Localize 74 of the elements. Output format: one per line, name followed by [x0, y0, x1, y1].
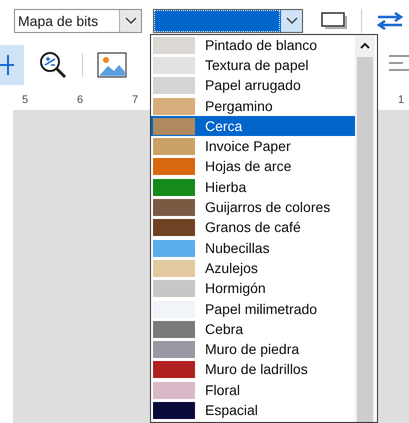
texture-item[interactable]: Muro de piedra: [151, 339, 355, 360]
texture-name: Nubecillas: [205, 238, 270, 258]
texture-item[interactable]: Hojas de arce: [151, 156, 355, 178]
chevron-down-icon: [124, 17, 136, 25]
texture-swatch: [153, 36, 195, 54]
texture-name: Granos de café: [205, 218, 301, 238]
texture-item[interactable]: Azulejos: [151, 258, 355, 279]
caret-up-icon: [360, 42, 370, 48]
texture-item[interactable]: Hierba: [151, 177, 355, 198]
texture-item[interactable]: Cebra: [151, 319, 355, 340]
texture-name: Hojas de arce: [205, 157, 292, 176]
texture-swatch: [153, 260, 195, 277]
texture-swatch: [153, 240, 195, 257]
texture-name: Muro de ladrillos: [205, 360, 308, 380]
texture-swatch: [153, 402, 195, 419]
texture-swatch: [153, 280, 195, 298]
texture-swatch: [153, 56, 195, 74]
fill-combo[interactable]: [153, 9, 303, 33]
texture-item[interactable]: Papel milimetrado: [151, 298, 355, 320]
texture-item[interactable]: Muro de ladrillos: [151, 360, 355, 380]
texture-name: Muro de piedra: [205, 340, 300, 360]
texture-swatch: [153, 118, 195, 135]
format-combo[interactable]: Mapa de bits: [14, 9, 142, 33]
texture-item[interactable]: Floral: [151, 380, 355, 400]
texture-name: Papel arrugado: [205, 76, 301, 96]
texture-item[interactable]: Espacial: [151, 400, 355, 421]
texture-item[interactable]: Papel arrugado: [151, 76, 355, 96]
texture-swatch: [153, 98, 195, 115]
ruler-number: 5: [22, 93, 28, 108]
texture-item[interactable]: Invoice Paper: [151, 136, 355, 157]
texture-name: Floral: [205, 380, 240, 400]
texture-swatch: [153, 361, 195, 378]
texture-swatch: [153, 341, 195, 358]
texture-item[interactable]: Guijarros de colores: [151, 197, 355, 218]
texture-swatch: [153, 219, 195, 236]
combo-value: Mapa de bits: [17, 12, 100, 31]
ruler-number: 7: [132, 93, 138, 108]
texture-swatch: [153, 178, 195, 196]
texture-name: Cebra: [205, 320, 244, 339]
chevron-down-icon: [286, 17, 298, 25]
texture-name: Pergamino: [205, 96, 273, 116]
texture-item[interactable]: Granos de café: [151, 218, 355, 238]
texture-name: Azulejos: [205, 258, 258, 278]
texture-item[interactable]: Hormigón: [151, 278, 355, 299]
texture-item[interactable]: Nubecillas: [151, 238, 355, 258]
texture-name: Hormigón: [205, 279, 266, 298]
scrollbar[interactable]: [355, 35, 375, 422]
texture-swatch: [153, 382, 195, 399]
texture-name: Espacial: [205, 401, 258, 420]
arrows-icon[interactable]: [376, 11, 404, 31]
dropdown-button[interactable]: [119, 10, 141, 32]
ruler-number: 1: [398, 93, 404, 108]
zoom-icon[interactable]: [38, 50, 68, 80]
ruler-number: 6: [77, 93, 84, 108]
texture-swatch: [153, 158, 195, 176]
texture-name: Cerca: [205, 116, 242, 136]
image-icon[interactable]: [97, 52, 127, 78]
texture-name: Invoice Paper: [205, 137, 291, 156]
texture-name: Textura de papel: [205, 56, 309, 75]
texture-name: Pintado de blanco: [205, 36, 318, 55]
texture-name: Guijarros de colores: [205, 198, 330, 218]
texture-item[interactable]: Pintado de blanco: [151, 35, 355, 56]
border-shadow-icon[interactable]: [321, 12, 347, 30]
texture-swatch: [153, 77, 195, 94]
dropdown-button[interactable]: [280, 10, 302, 32]
texture-swatch: [153, 138, 195, 156]
texture-item[interactable]: Textura de papel: [151, 55, 355, 76]
texture-name: Papel milimetrado: [205, 300, 318, 319]
texture-swatch: [153, 199, 195, 216]
texture-item[interactable]: Cerca: [151, 116, 355, 136]
crosshair-icon[interactable]: [0, 45, 24, 85]
texture-swatch: [153, 320, 195, 338]
texture-item[interactable]: Pergamino: [151, 96, 355, 116]
texture-name: Hierba: [205, 178, 246, 197]
